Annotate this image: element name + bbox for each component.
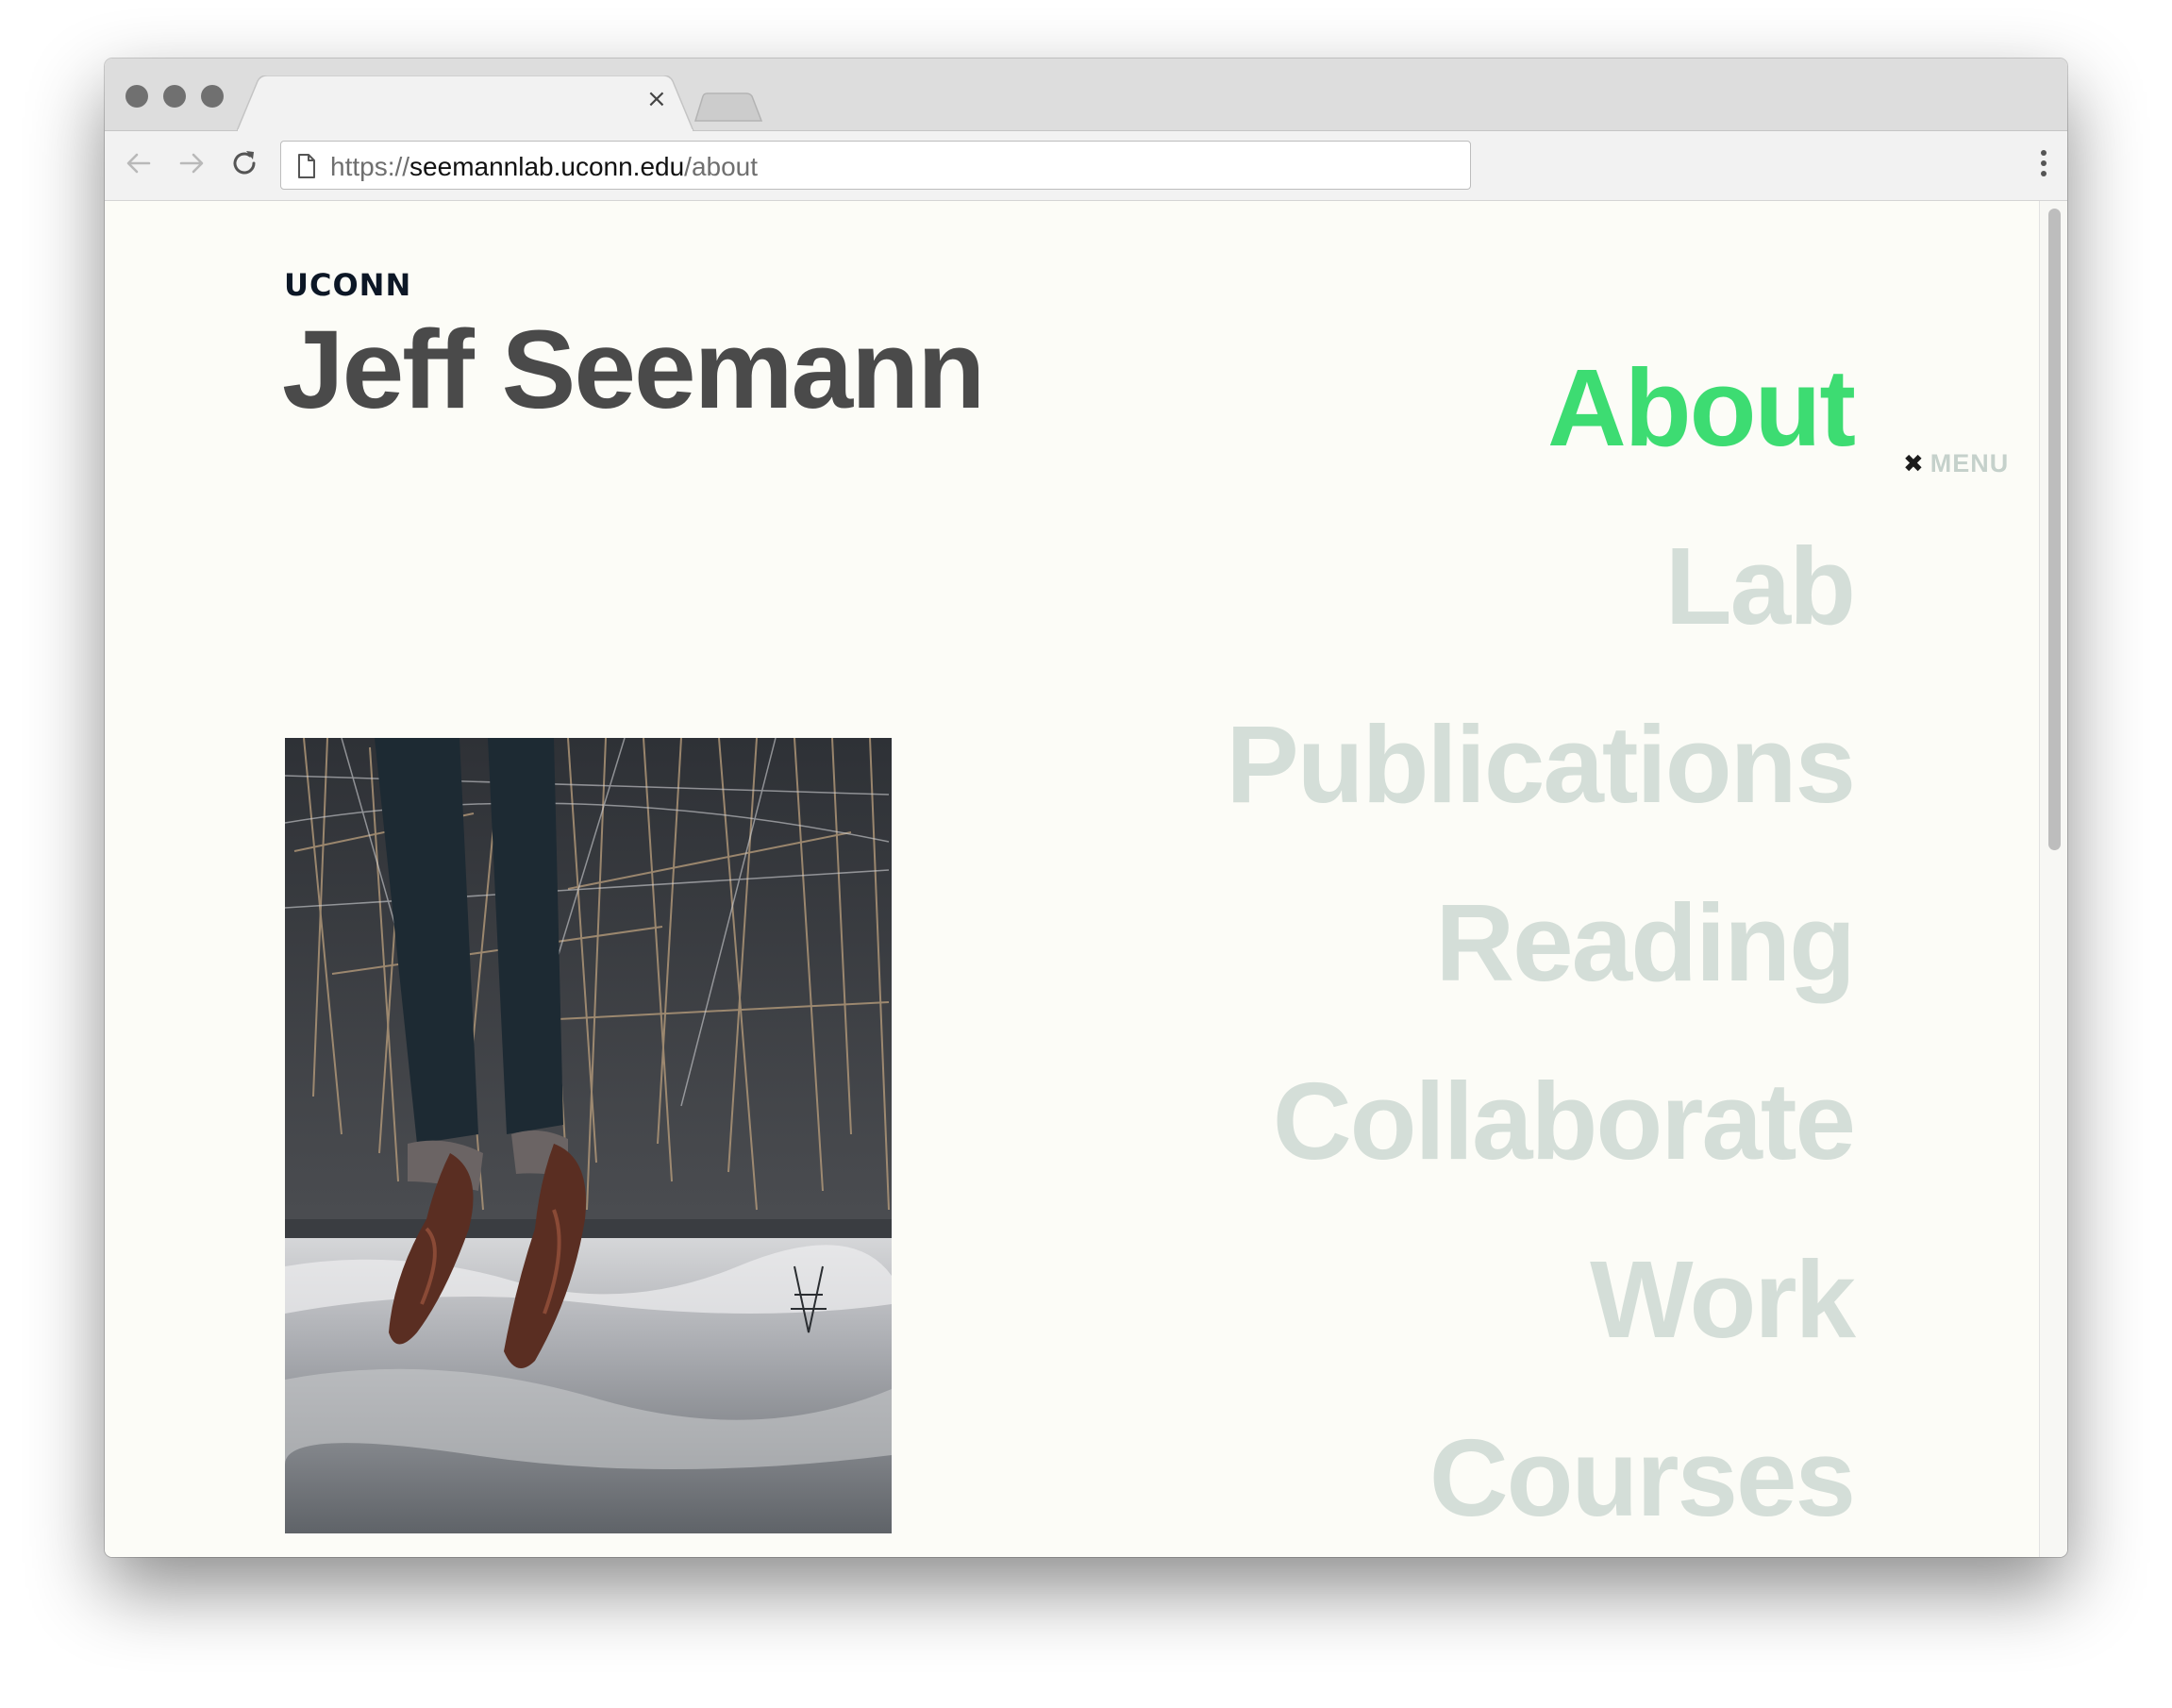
kebab-menu-icon[interactable] — [2041, 150, 2047, 181]
nav-item-reading[interactable]: Reading — [1226, 854, 1856, 1032]
close-icon: ✖ — [1903, 449, 1925, 478]
vertical-scrollbar[interactable] — [2039, 201, 2067, 1557]
nav-item-about[interactable]: About — [1226, 319, 1856, 497]
browser-toolbar: https://seemannlab.uconn.edu/about — [105, 131, 2067, 201]
browser-window: × https://seemannlab.uconn.edu/about UCO… — [105, 59, 2067, 1557]
close-window-button[interactable] — [125, 85, 148, 108]
page-content: UCONN Jeff Seemann About Lab Publication… — [105, 201, 2039, 1557]
uconn-logo[interactable]: UCONN — [284, 267, 411, 303]
back-button[interactable] — [118, 142, 159, 184]
scrollbar-thumb[interactable] — [2048, 209, 2061, 850]
nav-item-lab[interactable]: Lab — [1226, 497, 1856, 676]
tab-strip: × — [105, 59, 2067, 132]
arrow-left-icon — [126, 153, 151, 174]
reload-button[interactable] — [224, 142, 265, 184]
url-host: seemannlab.uconn.edu — [409, 152, 685, 181]
nav-item-publications[interactable]: Publications — [1226, 676, 1856, 854]
new-tab-button[interactable] — [693, 92, 765, 123]
url-text[interactable]: https://seemannlab.uconn.edu/about — [330, 152, 758, 182]
reload-icon — [233, 151, 256, 175]
minimize-window-button[interactable] — [163, 85, 186, 108]
profile-photo — [285, 738, 892, 1533]
menu-label: MENU — [1930, 449, 2010, 477]
active-tab[interactable] — [237, 75, 709, 132]
arrow-right-icon — [179, 153, 204, 174]
nav-item-courses[interactable]: Courses — [1226, 1389, 1856, 1557]
nav-item-collaborate[interactable]: Collaborate — [1226, 1032, 1856, 1211]
page-icon — [298, 154, 315, 178]
site-title[interactable]: Jeff Seemann — [282, 314, 985, 426]
nav-item-work[interactable]: Work — [1226, 1211, 1856, 1389]
address-bar[interactable]: https://seemannlab.uconn.edu/about — [280, 141, 1471, 190]
forward-button[interactable] — [171, 142, 212, 184]
tab-close-button[interactable]: × — [646, 87, 667, 111]
url-scheme: https:// — [330, 152, 410, 181]
main-nav: About Lab Publications Reading Collabora… — [1226, 319, 1856, 1557]
zoom-window-button[interactable] — [201, 85, 224, 108]
menu-toggle-button[interactable]: ✖ MENU — [1903, 449, 2009, 478]
url-path: /about — [684, 152, 759, 181]
